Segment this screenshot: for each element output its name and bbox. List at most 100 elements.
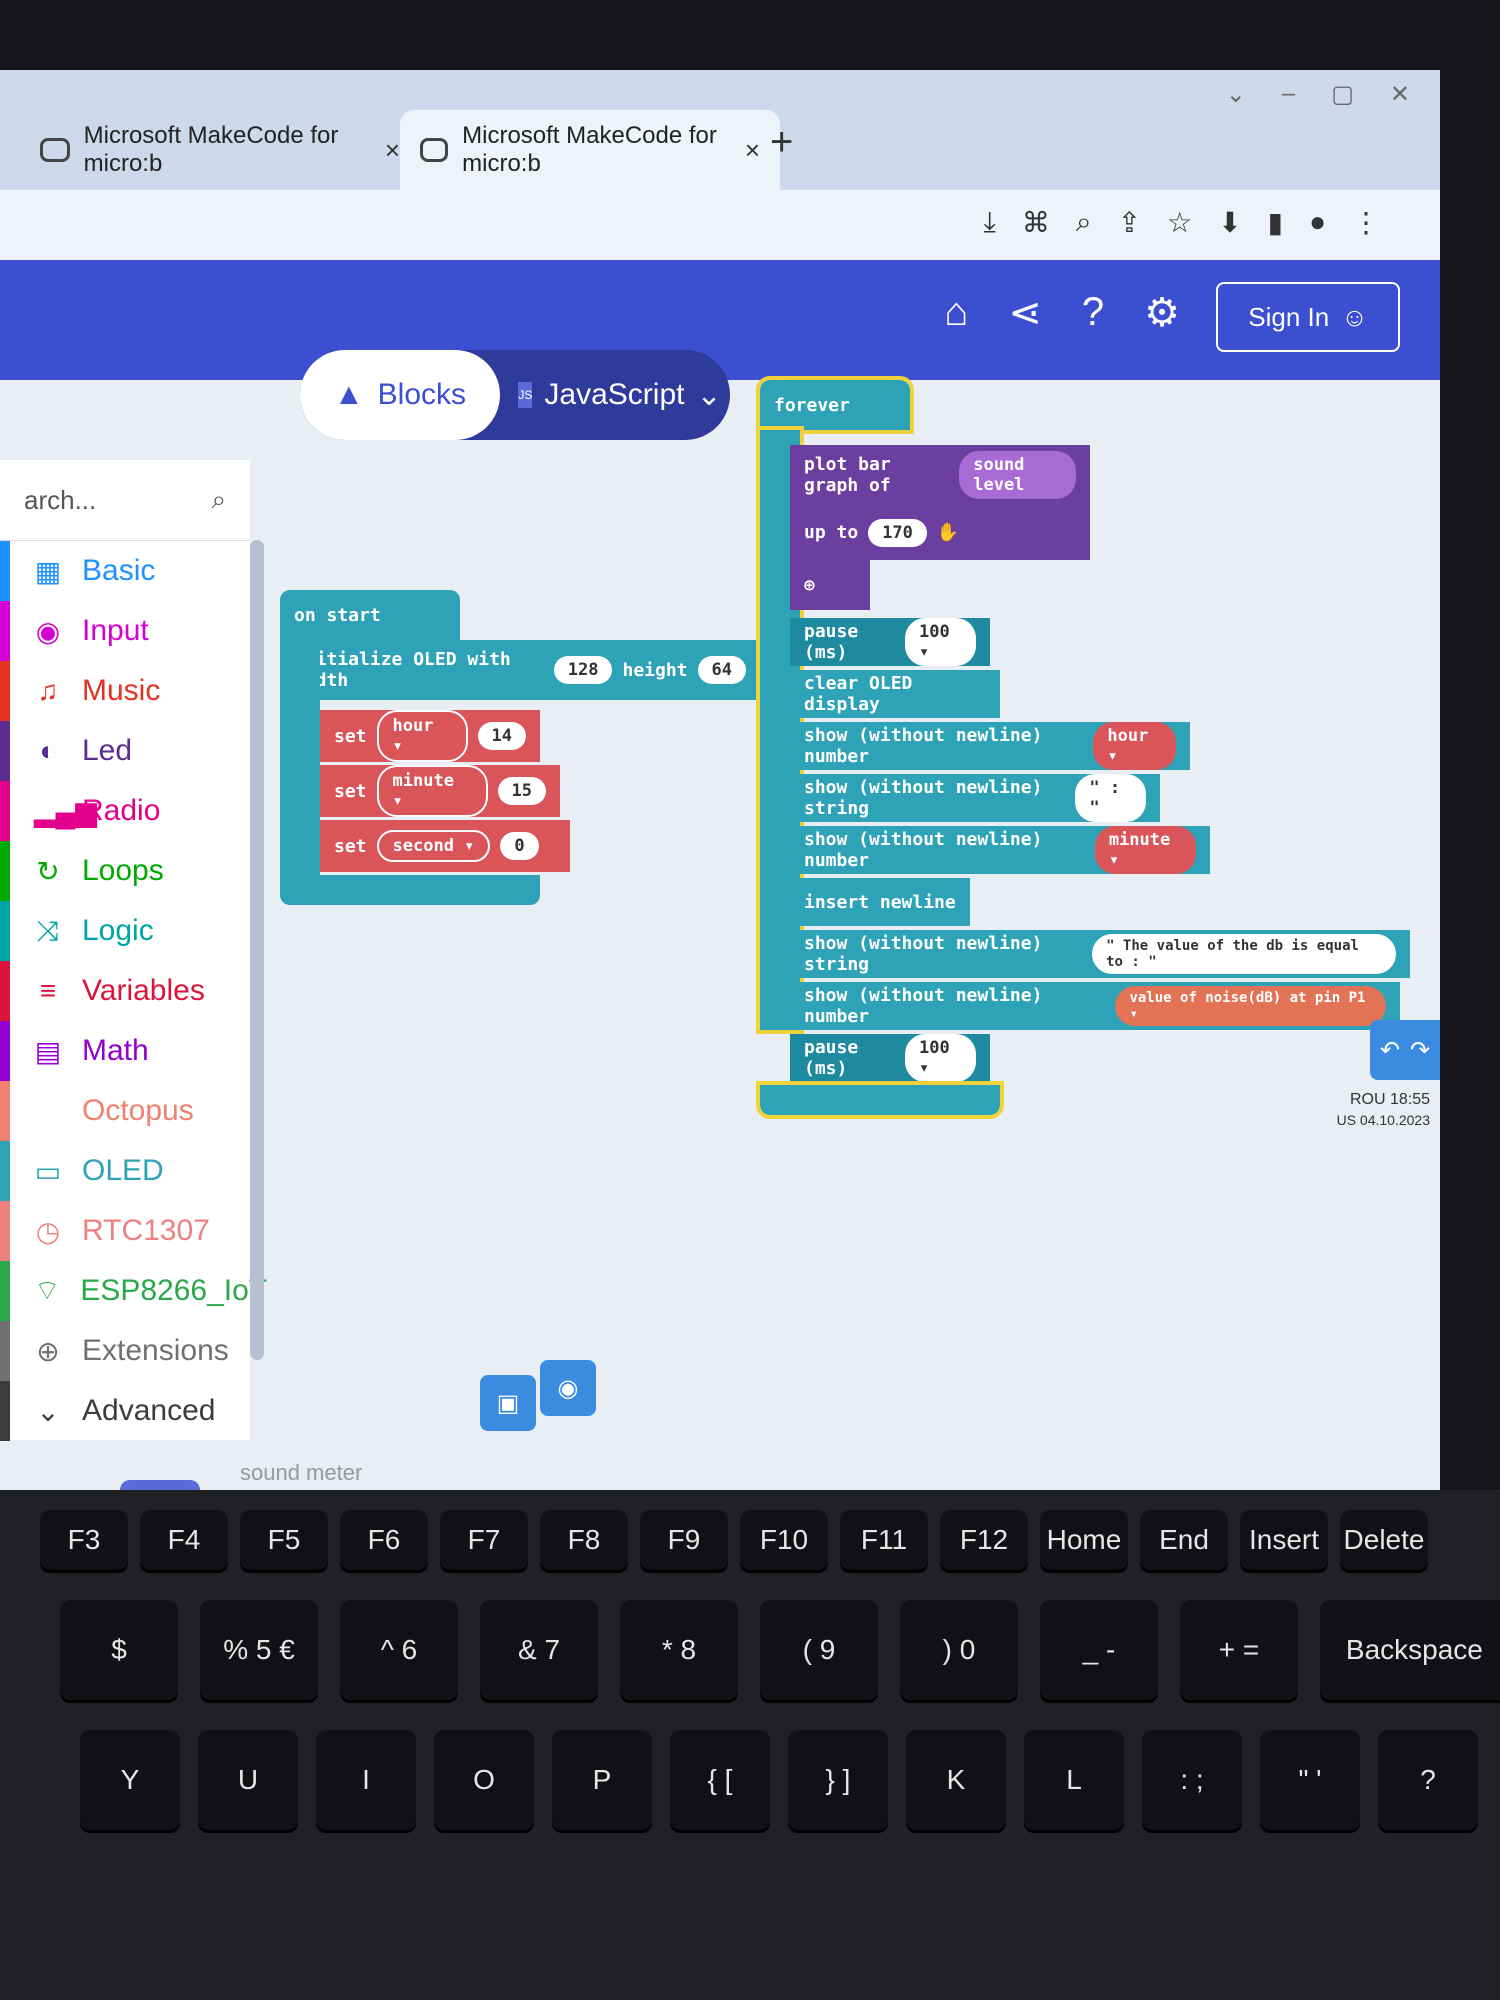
save-button[interactable]: ▣ bbox=[480, 1375, 536, 1431]
letter-key-4[interactable]: P bbox=[552, 1730, 652, 1830]
letter-key-1[interactable]: U bbox=[198, 1730, 298, 1830]
function-key-4[interactable]: F7 bbox=[440, 1510, 528, 1570]
toolbox-category-rtc1307[interactable]: ◷ RTC1307 bbox=[0, 1201, 250, 1261]
tab-search-icon[interactable]: ⌄ bbox=[1226, 80, 1246, 109]
keyboard-language[interactable]: ROU bbox=[1350, 1091, 1386, 1108]
sound-level-reporter[interactable]: sound level bbox=[959, 451, 1076, 499]
function-key-13[interactable]: Delete bbox=[1340, 1510, 1428, 1570]
download-icon[interactable]: ⬇ bbox=[1218, 206, 1241, 239]
javascript-mode-button[interactable]: JS JavaScript ⌄ bbox=[518, 350, 722, 440]
pause-value[interactable]: 100 ▾ bbox=[905, 618, 976, 666]
set-minute-block[interactable]: set minute ▾ 15 bbox=[320, 765, 560, 817]
function-key-11[interactable]: End bbox=[1140, 1510, 1228, 1570]
function-key-1[interactable]: F4 bbox=[140, 1510, 228, 1570]
toolbox-category-octopus[interactable]: Octopus bbox=[0, 1081, 250, 1141]
zoom-icon[interactable]: ⌕ bbox=[1076, 206, 1092, 239]
oled-width-value[interactable]: 128 bbox=[553, 656, 613, 684]
pause-block-1[interactable]: pause (ms) 100 ▾ bbox=[790, 618, 990, 666]
number-key-3[interactable]: & 7 bbox=[480, 1600, 598, 1700]
toolbox-category-input[interactable]: ◉ Input bbox=[0, 601, 250, 661]
number-key-4[interactable]: * 8 bbox=[620, 1600, 738, 1700]
help-icon[interactable]: ? bbox=[1082, 290, 1104, 336]
toolbox-category-loops[interactable]: ↻ Loops bbox=[0, 841, 250, 901]
letter-key-2[interactable]: I bbox=[316, 1730, 416, 1830]
show-number-minute-block[interactable]: show (without newline) number minute ▾ bbox=[790, 826, 1210, 874]
function-key-6[interactable]: F9 bbox=[640, 1510, 728, 1570]
search-icon[interactable]: ⌕ bbox=[211, 484, 226, 516]
toolbox-scrollbar[interactable] bbox=[250, 540, 264, 1360]
number-key-5[interactable]: ( 9 bbox=[760, 1600, 878, 1700]
number-key-9[interactable]: Backspace bbox=[1320, 1600, 1500, 1700]
keyboard-layout[interactable]: US bbox=[1337, 1112, 1356, 1128]
blocks-mode-button[interactable]: ▲ Blocks bbox=[300, 350, 500, 440]
add-argument-icon[interactable]: ⊕ bbox=[804, 575, 815, 596]
new-tab-button[interactable]: + bbox=[770, 120, 793, 165]
number-key-0[interactable]: $ bbox=[60, 1600, 178, 1700]
init-oled-block[interactable]: initialize OLED with width 128 height 64 bbox=[280, 640, 760, 700]
home-icon[interactable]: ⌂ bbox=[944, 290, 968, 336]
insert-newline-block[interactable]: insert newline bbox=[790, 878, 970, 926]
function-key-12[interactable]: Insert bbox=[1240, 1510, 1328, 1570]
show-string-db-block[interactable]: show (without newline) string " The valu… bbox=[790, 930, 1410, 978]
toolbox-category-extensions[interactable]: ⊕ Extensions bbox=[0, 1321, 250, 1381]
install-icon[interactable]: ⤓ bbox=[984, 206, 996, 239]
set-value[interactable]: 15 bbox=[497, 777, 546, 805]
toolbox-category-logic[interactable]: ⤨ Logic bbox=[0, 901, 250, 961]
letter-key-8[interactable]: L bbox=[1024, 1730, 1124, 1830]
pause-value[interactable]: 100 ▾ bbox=[905, 1034, 976, 1082]
profile-icon[interactable]: ● bbox=[1309, 206, 1326, 239]
letter-key-5[interactable]: { [ bbox=[670, 1730, 770, 1830]
letter-key-6[interactable]: } ] bbox=[788, 1730, 888, 1830]
set-value[interactable]: 0 bbox=[500, 832, 539, 860]
set-second-block[interactable]: set second ▾ 0 bbox=[320, 820, 570, 872]
toolbox-search[interactable]: arch... ⌕ bbox=[0, 460, 250, 541]
close-window-icon[interactable]: ✕ bbox=[1390, 80, 1410, 109]
browser-tab-2[interactable]: Microsoft MakeCode for micro:b × bbox=[400, 110, 780, 190]
undo-icon[interactable]: ↶ bbox=[1380, 1036, 1400, 1065]
set-value[interactable]: 14 bbox=[477, 722, 526, 750]
db-string[interactable]: " The value of the db is equal to : " bbox=[1092, 934, 1396, 974]
number-key-1[interactable]: % 5 € bbox=[200, 1600, 318, 1700]
function-key-3[interactable]: F6 bbox=[340, 1510, 428, 1570]
share-icon[interactable]: ⋖ bbox=[1008, 290, 1042, 336]
letter-key-3[interactable]: O bbox=[434, 1730, 534, 1830]
function-key-7[interactable]: F10 bbox=[740, 1510, 828, 1570]
toolbox-category-radio[interactable]: ▂▄▆ Radio bbox=[0, 781, 250, 841]
on-start-hat[interactable]: on start bbox=[280, 590, 460, 640]
noise-reporter[interactable]: value of noise(dB) at pin P1 ▾ bbox=[1115, 986, 1386, 1026]
variable-dropdown[interactable]: second ▾ bbox=[376, 830, 491, 862]
toolbox-category-advanced[interactable]: ⌄ Advanced bbox=[0, 1381, 250, 1441]
hour-reporter[interactable]: hour ▾ bbox=[1093, 722, 1176, 770]
clock-date[interactable]: 04.10.2023 bbox=[1360, 1112, 1430, 1128]
colon-string[interactable]: " : " bbox=[1075, 774, 1146, 822]
letter-key-10[interactable]: " ' bbox=[1260, 1730, 1360, 1830]
redo-icon[interactable]: ↷ bbox=[1410, 1036, 1430, 1065]
show-number-hour-block[interactable]: show (without newline) number hour ▾ bbox=[790, 722, 1190, 770]
undo-redo-buttons[interactable]: ↶ ↷ bbox=[1370, 1020, 1440, 1080]
upto-value[interactable]: 170 bbox=[868, 518, 927, 547]
forever-hat[interactable]: forever bbox=[756, 376, 914, 434]
toolbox-category-math[interactable]: ▤ Math bbox=[0, 1021, 250, 1081]
variable-dropdown[interactable]: minute ▾ bbox=[376, 765, 488, 817]
letter-key-11[interactable]: ? bbox=[1378, 1730, 1478, 1830]
show-number-noise-block[interactable]: show (without newline) number value of n… bbox=[790, 982, 1400, 1030]
letter-key-7[interactable]: K bbox=[906, 1730, 1006, 1830]
function-key-9[interactable]: F12 bbox=[940, 1510, 1028, 1570]
close-tab-icon[interactable]: × bbox=[385, 135, 400, 166]
toolbox-category-oled[interactable]: ▭ OLED bbox=[0, 1141, 250, 1201]
clock-time[interactable]: 18:55 bbox=[1390, 1091, 1430, 1108]
number-key-7[interactable]: _ - bbox=[1040, 1600, 1158, 1700]
function-key-8[interactable]: F11 bbox=[840, 1510, 928, 1570]
function-key-10[interactable]: Home bbox=[1040, 1510, 1128, 1570]
maximize-icon[interactable]: ▢ bbox=[1331, 80, 1354, 109]
toolbox-category-led[interactable]: ◐ Led bbox=[0, 721, 250, 781]
menu-icon[interactable]: ⋮ bbox=[1352, 206, 1380, 239]
browser-tab-1[interactable]: Microsoft MakeCode for micro:b × bbox=[20, 110, 420, 190]
toolbox-category-music[interactable]: ♫ Music bbox=[0, 661, 250, 721]
variable-dropdown[interactable]: hour ▾ bbox=[376, 710, 468, 762]
translate-icon[interactable]: ⌘ bbox=[1022, 206, 1050, 239]
number-key-6[interactable]: ) 0 bbox=[900, 1600, 1018, 1700]
minute-reporter[interactable]: minute ▾ bbox=[1094, 826, 1196, 874]
star-icon[interactable]: ☆ bbox=[1167, 206, 1192, 239]
function-key-2[interactable]: F5 bbox=[240, 1510, 328, 1570]
